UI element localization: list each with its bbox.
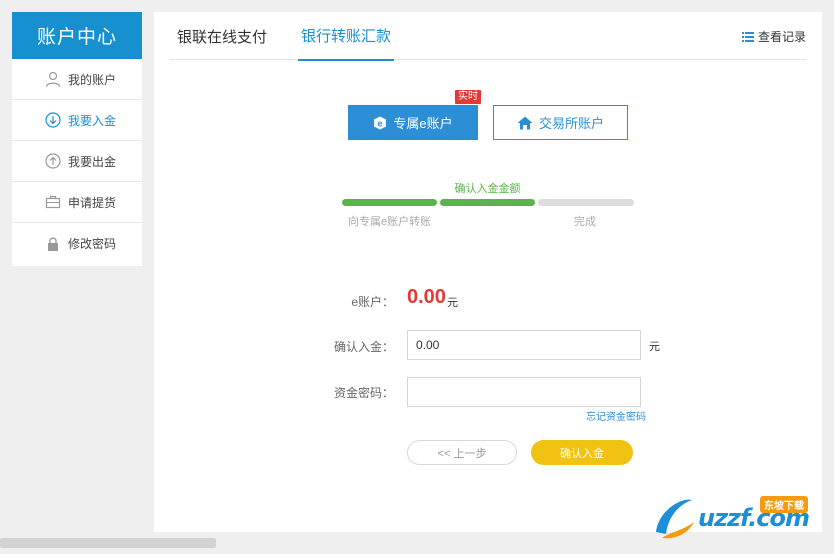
step-label-transfer: 向专属e账户转账 xyxy=(348,216,432,228)
sidebar-item-label: 修改密码 xyxy=(68,237,117,251)
sidebar-title: 账户中心 xyxy=(12,12,142,59)
user-icon xyxy=(44,70,62,88)
balance-label: e账户： xyxy=(351,295,394,309)
exchange-account-button[interactable]: 交易所账户 xyxy=(493,105,628,140)
password-label: 资金密码： xyxy=(333,386,394,400)
arrow-up-circle-icon xyxy=(44,152,62,170)
sidebar-item-label: 我要出金 xyxy=(68,154,117,169)
balance-unit: 元 xyxy=(447,297,458,309)
e-account-icon: e xyxy=(373,116,387,130)
watermark-logo: uzzf.com 东坡下载 xyxy=(650,490,830,546)
forgot-password-link[interactable]: 忘记资金密码 xyxy=(586,408,646,423)
step-bar-transfer xyxy=(342,199,437,206)
horizontal-scrollbar[interactable] xyxy=(0,538,216,548)
amount-unit: 元 xyxy=(649,341,660,353)
step-bar-complete xyxy=(538,199,634,206)
exclusive-e-account-button[interactable]: e 专属e账户 xyxy=(348,105,478,140)
sidebar-item-label: 我的账户 xyxy=(68,72,117,87)
home-icon xyxy=(517,116,533,130)
view-records-label: 查看记录 xyxy=(757,30,806,44)
view-records-link[interactable]: 查看记录 xyxy=(741,28,806,45)
balance-value: 0.00 xyxy=(407,286,446,308)
sidebar-item-my-account[interactable]: 我的账户 xyxy=(12,59,142,100)
watermark-badge: 东坡下载 xyxy=(760,496,808,513)
arrow-down-circle-icon xyxy=(44,111,62,129)
tab-bar: 银联在线支付 银行转账汇款 查看记录 xyxy=(170,12,806,61)
svg-text:e: e xyxy=(378,118,383,128)
briefcase-icon xyxy=(44,193,62,211)
watermark-swoosh-icon xyxy=(656,499,694,539)
sidebar-item-label: 我要入金 xyxy=(68,113,117,128)
list-icon xyxy=(741,31,754,42)
step-bar-confirm xyxy=(440,199,535,206)
realtime-badge: 实时 xyxy=(455,90,481,104)
sidebar-item-withdraw[interactable]: 我要出金 xyxy=(12,141,142,182)
sidebar-item-change-password[interactable]: 修改密码 xyxy=(12,223,142,264)
previous-step-button[interactable]: << 上一步 xyxy=(407,440,517,465)
confirm-deposit-button[interactable]: 确认入金 xyxy=(531,440,633,465)
amount-label: 确认入金： xyxy=(333,340,394,354)
exclusive-e-account-label: 专属e账户 xyxy=(393,116,453,131)
tab-unionpay-online[interactable]: 银联在线支付 xyxy=(170,12,274,60)
sidebar-item-pickup[interactable]: 申请提货 xyxy=(12,182,142,223)
main-panel: 银联在线支付 银行转账汇款 查看记录 e 专属e账户 实时 交易所账户 确认入金… xyxy=(154,12,822,532)
lock-icon xyxy=(44,235,62,253)
exchange-account-label: 交易所账户 xyxy=(538,116,604,131)
sidebar-item-label: 申请提货 xyxy=(68,195,117,210)
amount-input[interactable] xyxy=(407,330,641,360)
step-current-label: 确认入金金额 xyxy=(454,183,521,195)
tab-bank-transfer[interactable]: 银行转账汇款 xyxy=(298,12,394,61)
step-label-complete: 完成 xyxy=(574,216,596,228)
fund-password-input[interactable] xyxy=(407,377,641,407)
sidebar-item-deposit[interactable]: 我要入金 xyxy=(12,100,142,141)
sidebar: 账户中心 我的账户 我要入金 我要出金 申请提货 修改密码 xyxy=(12,12,142,266)
